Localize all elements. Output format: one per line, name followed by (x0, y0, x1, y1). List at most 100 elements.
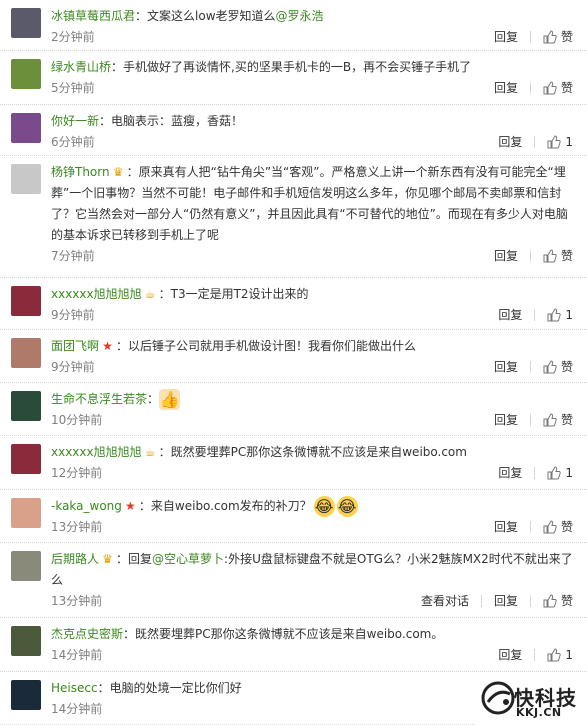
reply-button[interactable]: 回复 (498, 645, 522, 665)
username-link[interactable]: Heisecc (51, 681, 98, 695)
avatar[interactable] (11, 338, 41, 368)
vip-crown-icon: ♛ (112, 165, 124, 179)
reply-button[interactable]: 回复 (498, 463, 522, 483)
laugh-cry-emoji-icon: 😂 (336, 496, 358, 517)
thumbs-up-icon (547, 466, 562, 480)
reply-button[interactable]: 回复 (494, 246, 518, 266)
comment-time: 14分钟前 (51, 648, 103, 662)
reply-button[interactable]: 回复 (494, 591, 518, 611)
comment-actions: 回复 1 (498, 132, 573, 152)
reply-button[interactable]: 回复 (494, 517, 518, 537)
like-label: 赞 (560, 30, 573, 44)
thumbs-up-icon (543, 81, 557, 95)
avatar[interactable] (11, 8, 41, 38)
thumbs-up-icon (543, 30, 557, 44)
divider (534, 136, 536, 148)
avatar[interactable] (11, 164, 41, 194)
comment-actions: 查看对话 回复 赞 (421, 591, 573, 611)
kkj-logo-icon (481, 681, 515, 715)
avatar[interactable] (11, 391, 41, 421)
like-button[interactable]: 赞 (543, 517, 573, 537)
divider (529, 595, 531, 607)
comment-body: xxxxxx旭旭旭旭 ☕ ：既然要埋葬PC那你这条微博就不应该是来自weibo.co… (51, 442, 575, 484)
username-link[interactable]: 后期路人 (51, 552, 99, 566)
like-count: 1 (565, 648, 573, 662)
comment-text: ：既然要埋葬PC那你这条微博就不应该是来自weibo.com (158, 445, 467, 459)
thumbs-up-icon (547, 135, 562, 149)
avatar[interactable] (11, 551, 41, 581)
avatar[interactable] (11, 286, 41, 316)
view-conversation-button[interactable]: 查看对话 (421, 591, 469, 611)
comment-text: ：来自weibo.com发布的补刀？ (138, 499, 312, 513)
reply-button[interactable]: 回复 (494, 27, 518, 47)
like-button[interactable]: 1 (547, 645, 573, 665)
mention-link[interactable]: @空心草萝卜 (152, 552, 224, 566)
avatar[interactable] (11, 59, 41, 89)
like-count: 1 (565, 308, 573, 322)
username-link[interactable]: xxxxxx旭旭旭旭 (51, 445, 142, 459)
username-link[interactable]: 面团飞啊 (51, 339, 99, 353)
comment-actions: 回复 赞 (494, 410, 573, 430)
comment-body: xxxxxx旭旭旭旭 ☕ ：T3一定是用T2设计出来的 9分钟前 (51, 284, 575, 326)
avatar[interactable] (11, 113, 41, 143)
reply-button[interactable]: 回复 (498, 132, 522, 152)
member-cup-icon: ☕ (144, 287, 156, 301)
like-button[interactable]: 1 (547, 305, 573, 325)
thumbs-up-icon (543, 520, 557, 534)
like-button[interactable]: 赞 (543, 410, 573, 430)
member-cup-icon: ☕ (144, 445, 156, 459)
avatar[interactable] (11, 498, 41, 528)
username-link[interactable]: 绿水青山桥 (51, 60, 111, 74)
username-link[interactable]: 你好一新 (51, 114, 99, 128)
username-link[interactable]: 杨铮Thorn (51, 165, 110, 179)
like-button[interactable]: 赞 (543, 246, 573, 266)
like-button[interactable]: 赞 (543, 27, 573, 47)
reply-button[interactable]: 回复 (494, 357, 518, 377)
comment-actions: 回复 1 (498, 463, 573, 483)
thumbs-up-icon (543, 249, 557, 263)
divider (529, 250, 531, 262)
divider (480, 595, 482, 607)
comment-item: xxxxxx旭旭旭旭 ☕ ：T3一定是用T2设计出来的 9分钟前 回复 1 (0, 278, 587, 330)
divider (534, 649, 536, 661)
comment-item: -kaka_wong ★ ：来自weibo.com发布的补刀？ 😂 😂 13分钟前 回复赞 (0, 490, 587, 543)
username-link[interactable]: xxxxxx旭旭旭旭 (51, 287, 142, 301)
divider (529, 521, 531, 533)
reply-button[interactable]: 回复 (498, 305, 522, 325)
thumbs-up-icon (543, 413, 557, 427)
reply-button[interactable]: 回复 (494, 410, 518, 430)
like-button[interactable]: 赞 (543, 357, 573, 377)
like-button[interactable]: 赞 (543, 78, 573, 98)
comment-body: 你好一新：电脑表示：蓝瘦，香菇！ 6分钟前 (51, 111, 575, 153)
watermark: 快科技 KKJ.CN (476, 676, 587, 725)
like-count: 1 (565, 135, 573, 149)
like-button[interactable]: 赞 (543, 591, 573, 611)
username-link[interactable]: 杰克点史密斯 (51, 627, 123, 641)
divider (529, 361, 531, 373)
comment-text: ：既然要埋葬PC那你这条微博就不应该是来自weibo.com。 (123, 627, 444, 641)
comment-actions: 回复 赞 (494, 27, 573, 47)
reply-button[interactable]: 回复 (494, 78, 518, 98)
username-link[interactable]: -kaka_wong (51, 499, 122, 513)
divider (529, 414, 531, 426)
like-button[interactable]: 1 (547, 132, 573, 152)
thumbs-up-icon (547, 648, 562, 662)
avatar[interactable] (11, 626, 41, 656)
username-link[interactable]: 生命不息浮生若茶 (51, 392, 147, 406)
comment-actions: 回复 1 (498, 305, 573, 325)
like-button[interactable]: 1 (547, 463, 573, 483)
avatar[interactable] (11, 444, 41, 474)
mention-link[interactable]: @罗永浩 (276, 9, 324, 23)
comment-actions: 回复 赞 (494, 517, 573, 537)
comment-time: 6分钟前 (51, 135, 95, 149)
comment-body: 杰克点史密斯：既然要埋葬PC那你这条微博就不应该是来自weibo.com。 14分… (51, 624, 575, 666)
comment-item: 后期路人 ♛ ：回复@空心草萝卜:外接U盘鼠标键盘不就是OTG么？小米2魅族MX2时… (0, 543, 587, 618)
comment-text: ：回复 (116, 552, 153, 566)
username-link[interactable]: 冰镇草莓西瓜君 (51, 9, 135, 23)
like-label: 赞 (560, 249, 573, 263)
comment-text: ： (147, 392, 160, 406)
comment-item: 你好一新：电脑表示：蓝瘦，香菇！ 6分钟前 回复 1 (0, 105, 587, 156)
divider (534, 309, 536, 321)
comment-text: ：手机做好了再谈情怀,买的坚果手机卡的一B，再不会买锤子手机了 (111, 60, 472, 74)
avatar[interactable] (11, 680, 41, 710)
